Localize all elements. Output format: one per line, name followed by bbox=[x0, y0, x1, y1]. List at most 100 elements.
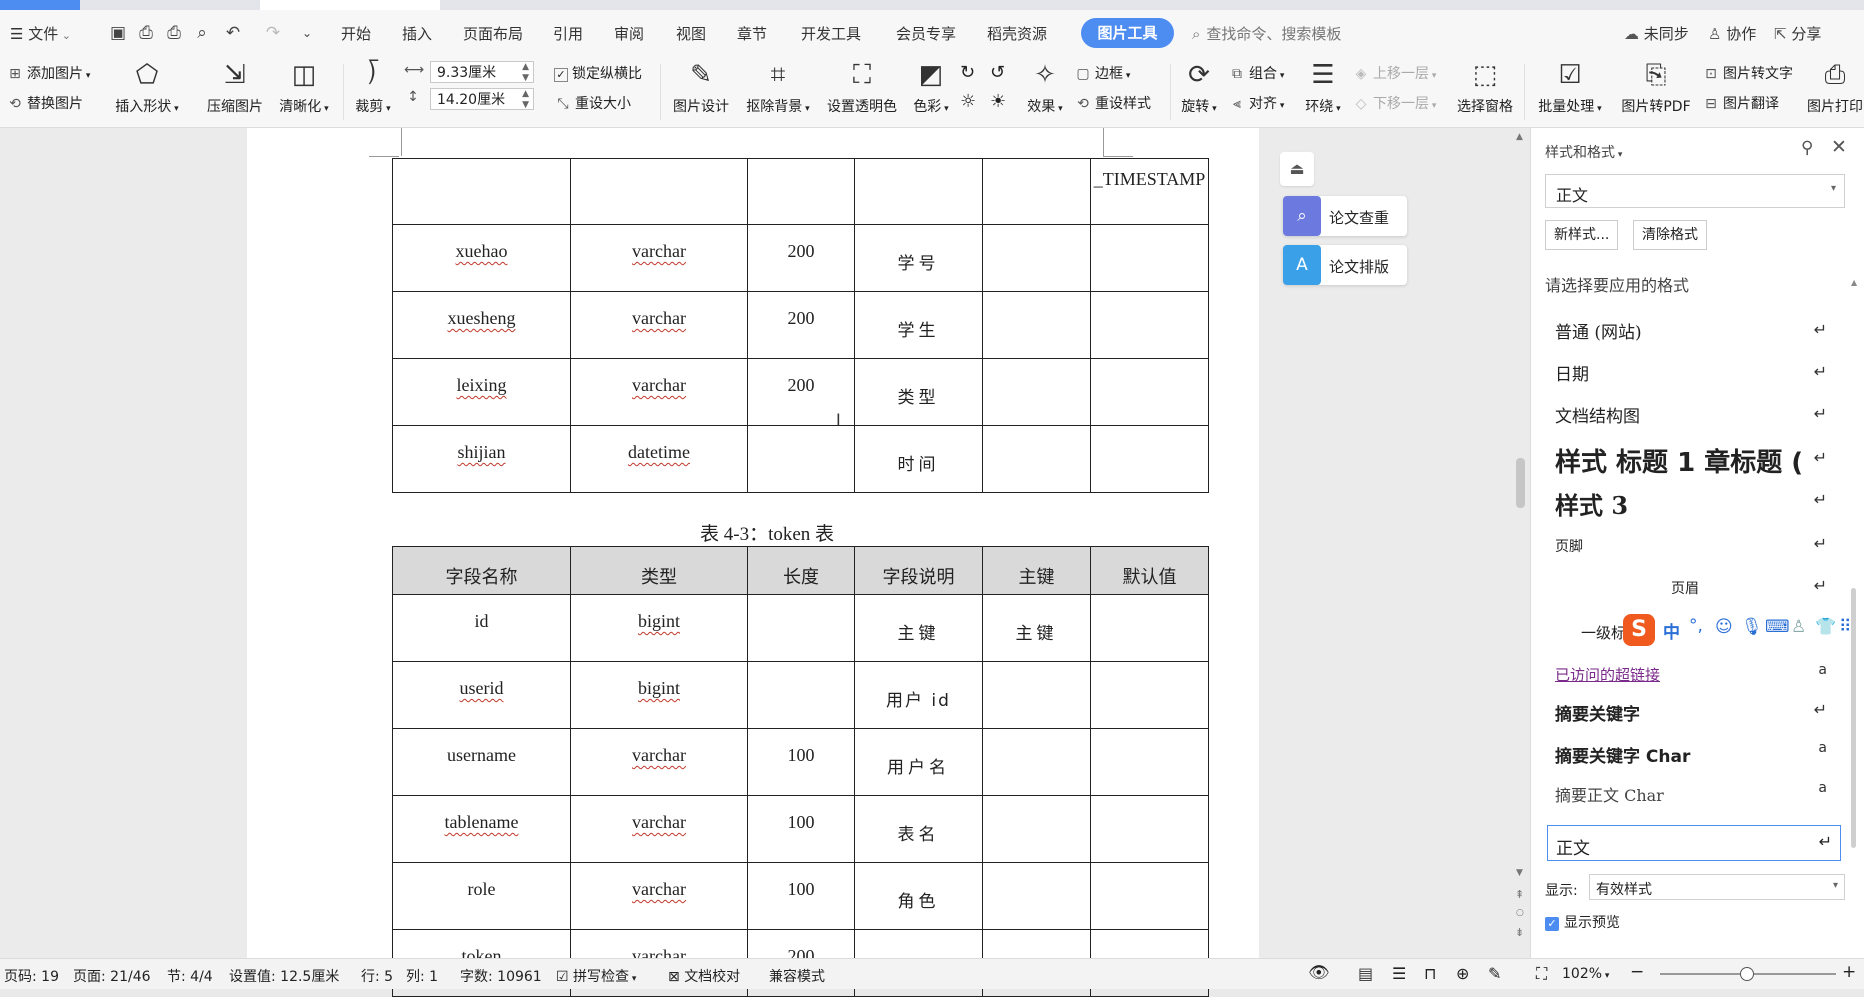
select-browse-icon[interactable]: ○ bbox=[1516, 908, 1524, 918]
table-cell[interactable]: 200 bbox=[747, 291, 855, 359]
ime-toolbar[interactable]: S 中 °, ☺ 🎙 ⌨ ♙ 👕 ⠿ bbox=[1623, 612, 1864, 648]
paper-check-button[interactable]: ⌕ 论文查重 bbox=[1283, 196, 1407, 236]
paper-format-button[interactable]: A 论文排版 bbox=[1283, 245, 1407, 285]
tab-docer[interactable]: 稻壳资源 bbox=[987, 23, 1047, 44]
status-section[interactable]: 节: 4/4 bbox=[167, 966, 213, 986]
tab-developer[interactable]: 开发工具 bbox=[801, 23, 861, 44]
tab-picture-tools[interactable]: 图片工具 bbox=[1081, 18, 1174, 48]
zoom-out-icon[interactable]: − bbox=[1630, 962, 1644, 982]
table-cell[interactable] bbox=[982, 291, 1091, 359]
table-cell[interactable]: 主键 bbox=[854, 594, 983, 662]
table-cell[interactable] bbox=[982, 795, 1091, 863]
table-cell[interactable] bbox=[1090, 728, 1209, 796]
zoom-in-icon[interactable]: + bbox=[1842, 962, 1856, 982]
scroll-up-icon[interactable]: ▲ bbox=[1851, 278, 1857, 287]
save-icon[interactable]: ▣ bbox=[107, 22, 129, 44]
rotate-button[interactable]: ⟳ 旋转 ▾ bbox=[1176, 58, 1222, 116]
batch-process-button[interactable]: ☑ 批量处理 ▾ bbox=[1530, 58, 1610, 116]
table-cell[interactable]: xuesheng bbox=[392, 291, 571, 359]
table-cell[interactable] bbox=[982, 862, 1091, 930]
table-cell[interactable]: 用户名 bbox=[854, 728, 983, 796]
tab-member[interactable]: 会员专享 bbox=[896, 23, 956, 44]
spell-check-button[interactable]: ☑ 拼写检查 ▾ bbox=[556, 966, 636, 986]
table-cell[interactable]: 时间 bbox=[854, 425, 983, 493]
increase-brightness-icon[interactable]: ☼ bbox=[960, 91, 976, 112]
set-transparent-button[interactable]: ⛶ 设置透明色 bbox=[822, 58, 902, 116]
prev-page-icon[interactable]: ⇞ bbox=[1515, 888, 1524, 901]
table-header-cell[interactable]: 长度 bbox=[747, 546, 855, 595]
scrollbar-thumb[interactable] bbox=[1851, 588, 1856, 848]
style-item-abstract-body-char[interactable]: 摘要正文 Char bbox=[1555, 782, 1845, 806]
doc-check-button[interactable]: ⊠ 文档校对 bbox=[668, 966, 740, 986]
table-header-cell[interactable]: 主键 bbox=[982, 546, 1091, 595]
picture-to-text-button[interactable]: ⊡ 图片转文字 bbox=[1702, 63, 1793, 83]
table-cell[interactable]: 100 bbox=[747, 728, 855, 796]
table-cell[interactable]: tablename bbox=[392, 795, 571, 863]
status-col[interactable]: 列: 1 bbox=[406, 966, 438, 986]
picture-print-button[interactable]: ⎙ 图片打印 bbox=[1806, 58, 1864, 116]
table-cell[interactable]: bigint bbox=[570, 661, 748, 729]
table-cell[interactable] bbox=[1090, 862, 1209, 930]
style-item-heading1[interactable]: 样式 标题 1 章标题 ( bbox=[1555, 442, 1825, 479]
ime-logo-icon[interactable]: S bbox=[1623, 614, 1655, 646]
table-cell[interactable]: bigint bbox=[570, 594, 748, 662]
command-search[interactable]: ⌕ 查找命令、搜索模板 bbox=[1192, 23, 1341, 44]
align-button[interactable]: ⫷ 对齐 ▾ bbox=[1228, 93, 1284, 113]
table-cell[interactable]: 学号 bbox=[854, 224, 983, 292]
table-cell[interactable] bbox=[982, 728, 1091, 796]
decrease-brightness-icon[interactable]: ☀ bbox=[990, 91, 1006, 112]
outline-view-icon[interactable]: ☰ bbox=[1392, 964, 1406, 983]
keyboard-icon[interactable]: ⌨ bbox=[1765, 617, 1790, 637]
app-tab[interactable] bbox=[0, 0, 80, 10]
clear-format-button[interactable]: 清除格式 bbox=[1633, 220, 1707, 250]
table-cell[interactable]: varchar bbox=[570, 728, 748, 796]
style-item-normal-web[interactable]: 普通 (网站) bbox=[1555, 318, 1845, 343]
style-item-abstract-keyword[interactable]: 摘要关键字 bbox=[1555, 700, 1845, 725]
table-cell[interactable] bbox=[982, 358, 1091, 426]
table-cell[interactable]: 学生 bbox=[854, 291, 983, 359]
table-cell[interactable]: 100 bbox=[747, 795, 855, 863]
send-backward-button[interactable]: ◇ 下移一层 ▾ bbox=[1352, 93, 1437, 113]
table-cell[interactable] bbox=[1090, 594, 1209, 662]
new-style-button[interactable]: 新样式... bbox=[1545, 220, 1619, 250]
status-page[interactable]: 页码: 19 bbox=[4, 966, 59, 986]
table-header-cell[interactable]: 默认值 bbox=[1090, 546, 1209, 595]
style-item-doc-map[interactable]: 文档结构图 bbox=[1555, 402, 1845, 427]
style-item-date[interactable]: 日期 bbox=[1555, 360, 1845, 385]
punctuation-icon[interactable]: °, bbox=[1689, 616, 1703, 636]
spinner-arrows-icon[interactable]: ▲ ▼ bbox=[522, 89, 529, 111]
share-button[interactable]: ⇱ 分享 bbox=[1774, 23, 1821, 44]
customize-toolbar-icon[interactable]: ⌄ bbox=[296, 22, 318, 44]
table-cell[interactable]: leixing bbox=[392, 358, 571, 426]
table-cell[interactable]: 100 bbox=[747, 862, 855, 930]
increase-contrast-icon[interactable]: ↻ bbox=[960, 62, 975, 83]
fit-page-icon[interactable]: ⛶ bbox=[1536, 964, 1547, 984]
style-item-abstract-keyword-char[interactable]: 摘要关键字 Char bbox=[1555, 742, 1845, 767]
panel-scrollbar[interactable]: ▲ bbox=[1849, 278, 1859, 848]
table-cell[interactable] bbox=[982, 158, 1091, 225]
table-cell[interactable] bbox=[570, 158, 748, 225]
style-item-header[interactable]: 页眉 bbox=[1555, 578, 1815, 598]
replace-picture-button[interactable]: ⟲ 替换图片 bbox=[6, 93, 83, 113]
microphone-icon[interactable]: 🎙 bbox=[1741, 617, 1763, 637]
scroll-up-icon[interactable]: ▲ bbox=[1516, 132, 1523, 142]
tab-home[interactable]: 开始 bbox=[341, 23, 371, 44]
lock-aspect-checkbox[interactable]: ✓ 锁定纵横比 bbox=[554, 63, 642, 83]
table-cell[interactable] bbox=[747, 425, 855, 493]
crop-button[interactable]: ⟌ 裁剪 ▾ bbox=[350, 58, 396, 116]
file-menu[interactable]: ☰ 文件 ⌄ bbox=[10, 23, 71, 44]
zoom-slider[interactable] bbox=[1660, 967, 1836, 981]
panel-title[interactable]: 样式和格式 ▾ bbox=[1545, 142, 1622, 162]
picture-translate-button[interactable]: ⊟ 图片翻译 bbox=[1702, 93, 1779, 113]
style-item-footer[interactable]: 页脚 bbox=[1555, 536, 1845, 556]
group-button[interactable]: ⧉ 组合 ▾ bbox=[1228, 63, 1284, 83]
next-page-icon[interactable]: ⇟ bbox=[1515, 926, 1524, 939]
width-spinner[interactable]: 9.33厘米 ▲ ▼ bbox=[430, 61, 534, 83]
table-cell[interactable]: 用户 id bbox=[854, 661, 983, 729]
sync-status[interactable]: ☁ 未同步 bbox=[1624, 23, 1689, 44]
zoom-slider-thumb[interactable] bbox=[1740, 967, 1754, 981]
eye-protection-icon[interactable]: 👁 bbox=[1308, 963, 1330, 983]
print-preview-icon[interactable]: ⌕ bbox=[191, 22, 213, 44]
emoji-icon[interactable]: ☺ bbox=[1715, 617, 1733, 637]
reading-view-icon[interactable]: ⊓ bbox=[1424, 964, 1436, 983]
